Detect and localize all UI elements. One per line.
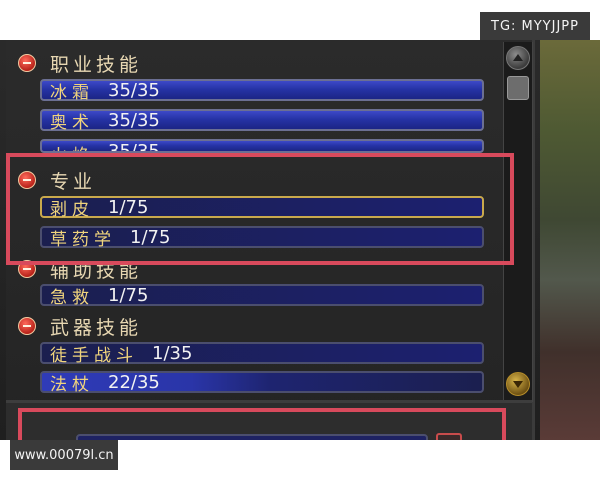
skill-name: 冰霜 bbox=[50, 82, 94, 103]
skill-bar-unarmed[interactable]: 徒手战斗 1/35 bbox=[40, 342, 484, 366]
skill-bar-arcane[interactable]: 奥术 35/35 bbox=[40, 109, 484, 133]
skill-name: 火焰 bbox=[50, 141, 94, 151]
highlight-box-professions bbox=[6, 153, 514, 265]
skill-name: 奥术 bbox=[50, 112, 94, 133]
scroll-thumb[interactable] bbox=[507, 76, 529, 100]
collapse-minus-icon[interactable] bbox=[18, 54, 36, 72]
section-header-weapon-skills[interactable]: 武器技能 bbox=[18, 313, 142, 339]
scroll-up-button[interactable] bbox=[506, 46, 530, 70]
section-title: 武器技能 bbox=[50, 316, 143, 339]
skill-name: 急救 bbox=[50, 287, 94, 308]
highlight-box-bottom bbox=[18, 408, 506, 440]
skill-value: 1/35 bbox=[152, 342, 193, 364]
skill-bar-first-aid[interactable]: 急救 1/75 bbox=[40, 284, 484, 308]
watermark-tg: TG: MYYJJPP bbox=[480, 12, 590, 40]
skill-bar-staves[interactable]: 法杖 22/35 bbox=[40, 371, 484, 395]
skill-name: 法杖 bbox=[50, 374, 94, 395]
skill-value: 35/35 bbox=[108, 79, 160, 101]
skill-name: 徒手战斗 bbox=[50, 345, 138, 366]
section-header-class-skills[interactable]: 职业技能 bbox=[18, 50, 142, 76]
skill-value: 35/35 bbox=[108, 109, 160, 131]
skill-bar-fire[interactable]: 火焰 35/35 bbox=[40, 139, 484, 153]
game-world-background bbox=[540, 40, 600, 440]
game-screenshot: 职业技能 冰霜 35/35 奥术 35/35 火焰 35/35 专业 剥皮 1/… bbox=[0, 40, 600, 440]
section-title: 职业技能 bbox=[50, 53, 143, 76]
skill-value: 35/35 bbox=[108, 141, 160, 153]
collapse-minus-icon[interactable] bbox=[18, 317, 36, 335]
scroll-down-button[interactable] bbox=[506, 372, 530, 396]
watermark-url: www.00079l.cn bbox=[10, 440, 118, 470]
skill-value: 22/35 bbox=[108, 371, 160, 393]
skill-bar-frost[interactable]: 冰霜 35/35 bbox=[40, 79, 484, 103]
skill-value: 1/75 bbox=[108, 284, 149, 306]
